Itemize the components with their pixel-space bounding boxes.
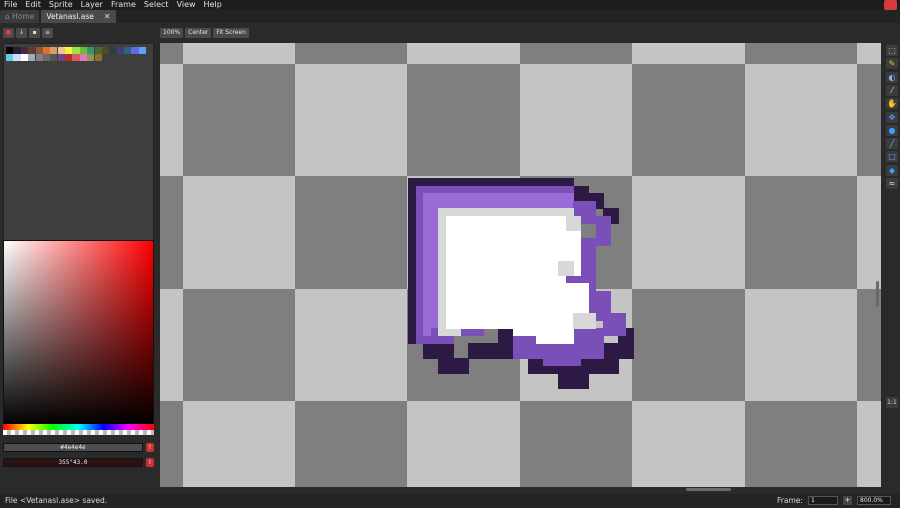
palette-swatch[interactable] — [94, 47, 102, 54]
frame-input[interactable]: 1 — [808, 496, 838, 505]
menu-sprite[interactable]: Sprite — [45, 0, 77, 10]
warning-icon[interactable]: ! — [146, 458, 154, 467]
tool-bar: ⬚ ✎ ◐ ⁄ ✋ ✥ ● ╱ □ ◆ ≈1:1 — [885, 43, 899, 493]
palette-swatch[interactable] — [94, 54, 102, 61]
move-icon[interactable]: ✥ — [886, 111, 898, 123]
frame-label: Frame: — [777, 496, 803, 505]
hex-color-field[interactable]: #4e4e4e — [3, 443, 143, 452]
sprite-editor-canvas[interactable] — [160, 43, 881, 487]
vertical-scroll-thumb[interactable] — [876, 281, 879, 307]
canvas-toolbar: 100% Center Fit Screen — [160, 28, 251, 38]
tab-home-label: Home — [12, 12, 35, 21]
horizontal-scrollbar[interactable] — [160, 487, 881, 493]
tab-home[interactable]: ⌂ Home — [0, 10, 40, 23]
palette-swatch[interactable] — [131, 47, 139, 54]
menu-select[interactable]: Select — [140, 0, 173, 10]
palette-swatch[interactable] — [116, 47, 124, 54]
eraser-icon[interactable]: ◐ — [886, 71, 898, 83]
menu-frame[interactable]: Frame — [107, 0, 140, 10]
tab-bar: ⌂ Home Vetanasl.ase ✕ — [0, 10, 900, 23]
drop-icon[interactable]: ● — [886, 124, 898, 136]
blur-icon[interactable]: ≈ — [886, 178, 898, 189]
menu-bar: File Edit Sprite Layer Frame Select View Help — [0, 0, 900, 10]
menu-view[interactable]: View — [173, 0, 200, 10]
palette-swatch[interactable] — [20, 54, 28, 61]
tab-sprite-label: Vetanasl.ase — [46, 12, 94, 21]
palette-swatch[interactable] — [6, 47, 14, 54]
palette-swatch[interactable] — [65, 47, 73, 54]
rectangle-icon[interactable]: □ — [886, 151, 898, 163]
palette-swatch[interactable] — [28, 47, 36, 54]
palette-toolbar: ■ ↓ ▪ ≡ — [3, 28, 55, 38]
horizontal-scroll-thumb[interactable] — [686, 488, 731, 491]
menu-file[interactable]: File — [0, 0, 21, 10]
home-icon: ⌂ — [5, 12, 13, 21]
warning-icon[interactable]: ! — [146, 443, 154, 452]
palette-swatch[interactable] — [57, 54, 65, 61]
line-icon[interactable]: ╱ — [886, 138, 898, 150]
fill-icon[interactable]: ◆ — [886, 164, 898, 176]
status-bar: File <Vetanasl.ase> saved. Frame: 1 + 80… — [0, 494, 900, 508]
palette-swatch[interactable] — [65, 54, 73, 61]
eyedropper-icon[interactable]: ⁄ — [886, 84, 898, 96]
zoom-input[interactable]: 800.0% — [857, 496, 891, 505]
palette-swatches — [6, 47, 152, 61]
save-icon[interactable]: ▪ — [29, 28, 40, 38]
alpha-slider[interactable] — [3, 430, 154, 435]
palette-swatch[interactable] — [50, 54, 58, 61]
menu-edit[interactable]: Edit — [21, 0, 45, 10]
menu-layer[interactable]: Layer — [77, 0, 107, 10]
actual-size-button[interactable]: 1:1 — [886, 397, 898, 408]
palette-swatch[interactable] — [42, 47, 51, 54]
app-window: File Edit Sprite Layer Frame Select View Help ⌂… — [0, 0, 900, 508]
arrow-down-icon[interactable]: ↓ — [16, 28, 27, 38]
palette-swatch[interactable] — [35, 54, 43, 61]
pencil-icon[interactable]: ✎ — [886, 58, 898, 70]
menu-icon[interactable]: ≡ — [42, 28, 53, 38]
palette-swatch[interactable] — [42, 54, 51, 61]
status-message: File <Vetanasl.ase> saved. — [5, 496, 108, 505]
vertical-scrollbar[interactable] — [875, 43, 881, 487]
palette-swatch[interactable] — [124, 47, 132, 54]
palette-swatch[interactable] — [79, 47, 87, 54]
palette-swatch[interactable] — [57, 47, 65, 54]
palette-swatch[interactable] — [6, 54, 14, 61]
palette-swatch[interactable] — [20, 47, 28, 54]
palette-swatch[interactable] — [87, 54, 95, 61]
close-icon[interactable]: ✕ — [104, 12, 111, 21]
menu-help[interactable]: Help — [200, 0, 226, 10]
center-button[interactable]: Center — [185, 28, 212, 38]
palette-swatch[interactable] — [50, 47, 58, 54]
palette-swatch[interactable] — [13, 47, 21, 54]
lock-icon[interactable]: ■ — [3, 28, 14, 38]
tab-sprite[interactable]: Vetanasl.ase ✕ — [41, 10, 116, 23]
app-logo-icon — [884, 0, 897, 10]
color-spectrum[interactable] — [3, 240, 154, 426]
hsv-color-field[interactable]: 355°43.0 — [3, 458, 143, 467]
palette-swatch[interactable] — [109, 47, 117, 54]
palette-swatch[interactable] — [79, 54, 87, 61]
palette-swatch[interactable] — [138, 47, 146, 54]
marquee-icon[interactable]: ⬚ — [886, 45, 898, 56]
palette-swatch[interactable] — [13, 54, 21, 61]
zoom-100-button[interactable]: 100% — [160, 28, 184, 38]
palette-swatch[interactable] — [35, 47, 43, 54]
add-frame-button[interactable]: + — [843, 496, 852, 505]
palette-swatch[interactable] — [72, 54, 80, 61]
palette-swatch[interactable] — [101, 47, 110, 54]
palette-swatch[interactable] — [28, 54, 36, 61]
palette-swatch[interactable] — [72, 47, 80, 54]
palette-swatch[interactable] — [87, 47, 95, 54]
hand-icon[interactable]: ✋ — [886, 98, 898, 110]
fit-screen-button[interactable]: Fit Screen — [213, 28, 249, 38]
